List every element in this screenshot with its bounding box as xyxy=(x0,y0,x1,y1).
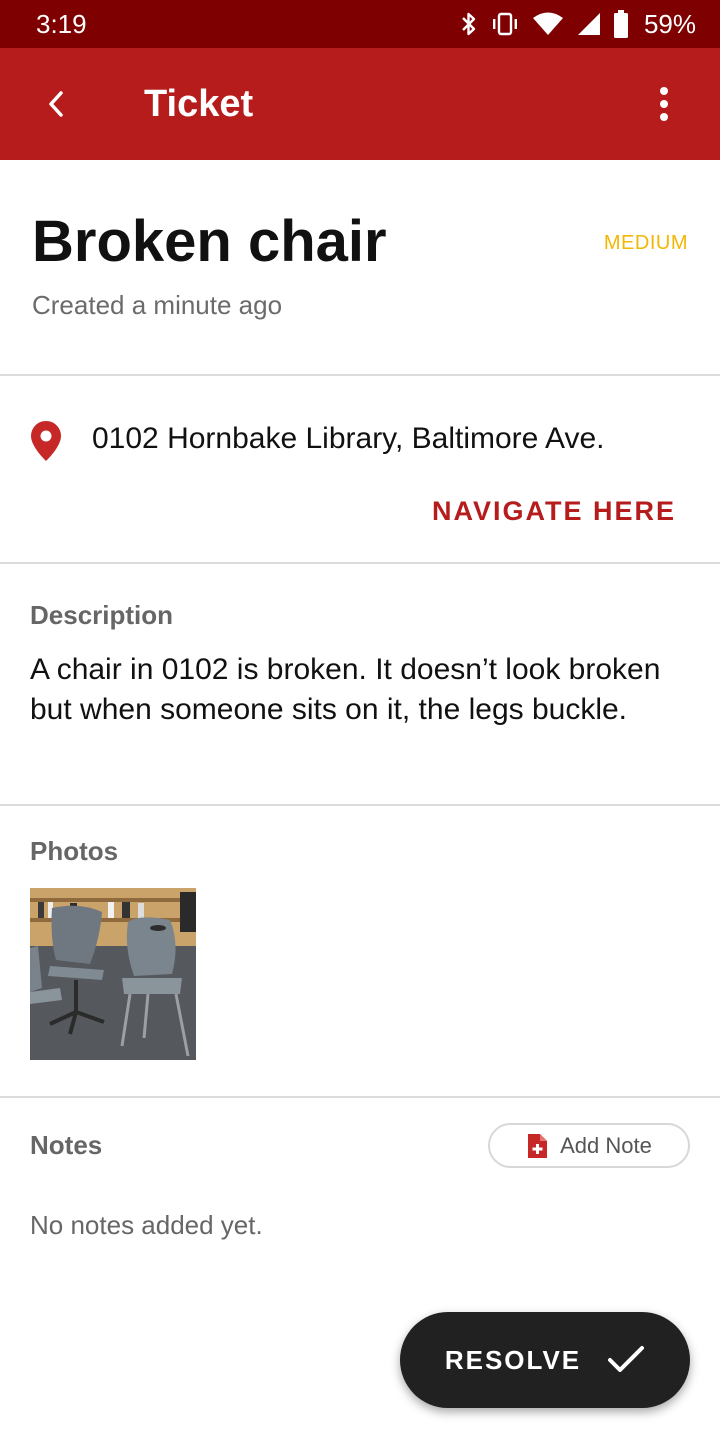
back-button[interactable] xyxy=(0,48,112,160)
location-pin-icon xyxy=(31,421,61,461)
priority-badge: MEDIUM xyxy=(603,232,688,254)
back-arrow-icon xyxy=(49,91,63,117)
resolve-label: RESOLVE xyxy=(444,1344,582,1375)
photos-label: Photos xyxy=(30,836,119,866)
description-section: Description A chair in 0102 is broken. I… xyxy=(0,566,720,806)
notes-label: Notes xyxy=(30,1130,103,1160)
check-icon xyxy=(608,1346,645,1372)
photos-section: Photos xyxy=(0,808,720,1098)
note-add-icon xyxy=(528,1133,548,1158)
navigate-here-button[interactable]: NAVIGATE HERE xyxy=(432,496,676,527)
description-text: A chair in 0102 is broken. It doesn’t lo… xyxy=(30,653,661,726)
status-bar: 3:19 59% xyxy=(0,0,720,48)
status-time: 3:19 xyxy=(36,8,87,39)
notes-section: Notes Add Note No notes added yet. xyxy=(0,1100,720,1300)
app-bar-title: Ticket xyxy=(144,82,254,125)
photo-thumbnail[interactable] xyxy=(30,888,196,1060)
add-note-label: Add Note xyxy=(560,1132,652,1158)
description-label: Description xyxy=(30,600,174,630)
no-notes-message: No notes added yet. xyxy=(30,1210,263,1240)
add-note-button[interactable]: Add Note xyxy=(488,1123,690,1168)
bluetooth-icon xyxy=(462,12,476,36)
vibrate-icon xyxy=(492,12,517,36)
location-section: 0102 Hornbake Library, Baltimore Ave. NA… xyxy=(0,378,720,564)
more-vert-icon xyxy=(660,87,668,121)
ticket-title: Broken chair xyxy=(32,209,387,274)
more-options-button[interactable] xyxy=(608,48,720,160)
wifi-icon xyxy=(532,12,563,35)
location-address: 0102 Hornbake Library, Baltimore Ave. xyxy=(92,422,605,455)
battery-icon xyxy=(613,10,628,38)
battery-percent: 59% xyxy=(643,8,696,39)
signal-icon xyxy=(577,13,600,35)
status-icons: 59% xyxy=(460,9,696,40)
ticket-header: Broken chair MEDIUM Created a minute ago xyxy=(0,160,720,376)
chair-photo-image xyxy=(30,888,196,1060)
resolve-button[interactable]: RESOLVE xyxy=(400,1312,690,1408)
app-bar: Ticket xyxy=(0,48,720,160)
created-timestamp: Created a minute ago xyxy=(32,290,283,320)
